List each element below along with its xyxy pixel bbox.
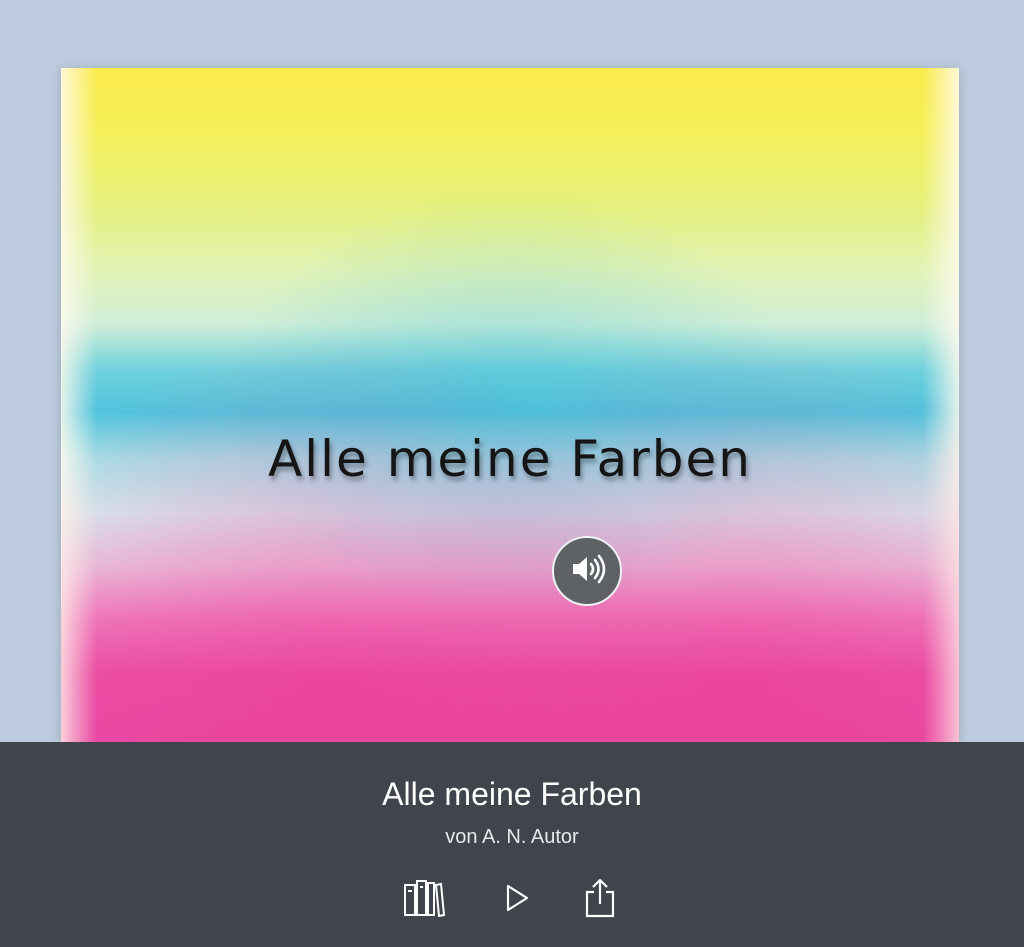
audio-button[interactable] bbox=[552, 536, 622, 606]
book-title: Alle meine Farben bbox=[382, 776, 642, 812]
speaker-icon bbox=[567, 549, 607, 594]
library-button[interactable] bbox=[401, 879, 447, 921]
play-button[interactable] bbox=[493, 879, 539, 921]
share-icon bbox=[583, 878, 617, 923]
book-cover: Alle meine Farben bbox=[61, 68, 959, 742]
library-icon bbox=[403, 879, 446, 922]
share-button[interactable] bbox=[577, 878, 623, 923]
book-author: von A. N. Autor bbox=[445, 826, 579, 848]
play-icon bbox=[501, 883, 531, 918]
cover-title: Alle meine Farben bbox=[268, 430, 752, 488]
